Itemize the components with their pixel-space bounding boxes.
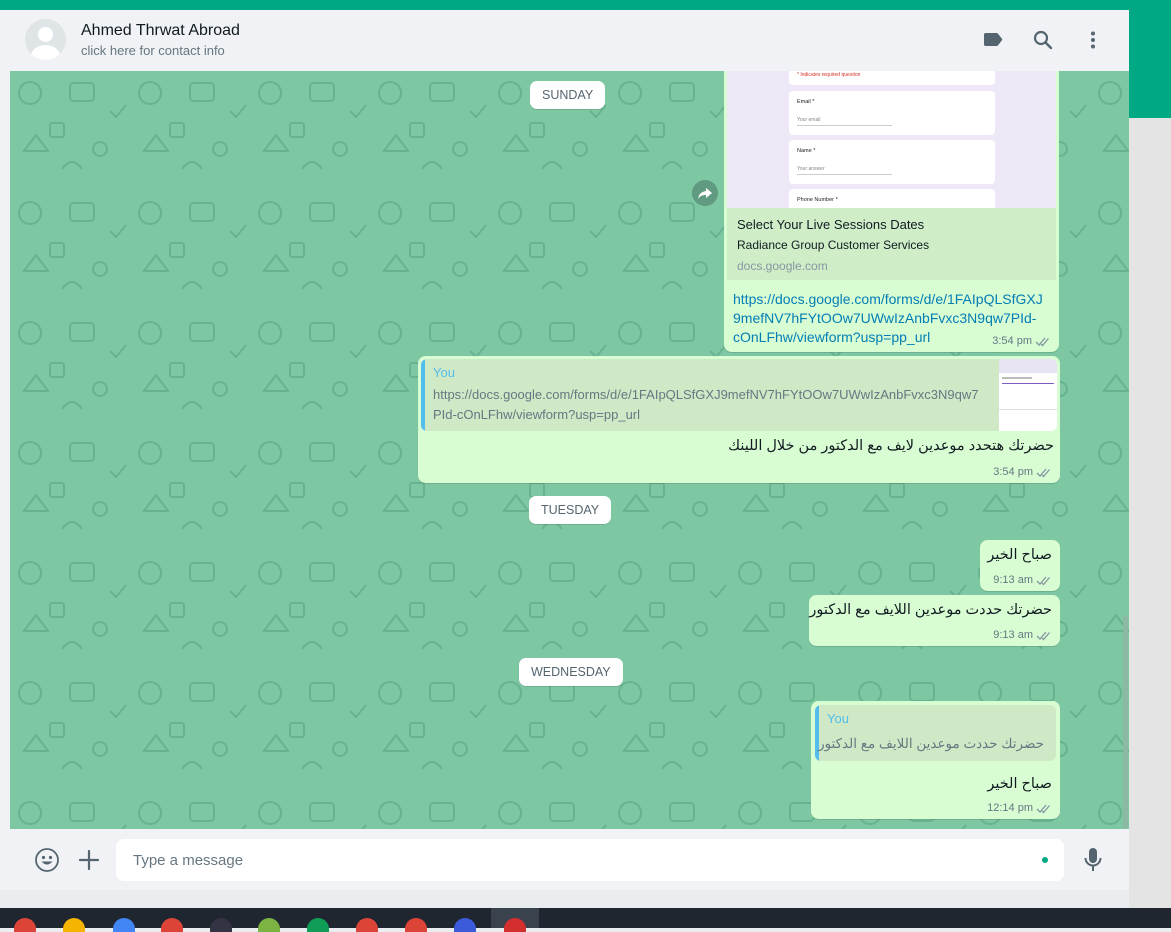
message-good-morning[interactable]: صباح الخير 9:13 am <box>980 540 1060 591</box>
chrome-taskbar-icon[interactable] <box>14 918 36 932</box>
form-field-placeholder: Your email <box>797 117 821 123</box>
os-taskbar <box>0 908 1171 932</box>
message-input-wrapper <box>116 839 1064 881</box>
form-field-label: Phone Number * <box>797 197 838 203</box>
composer <box>10 829 1129 890</box>
app-taskbar-icon[interactable] <box>113 918 135 932</box>
active-taskbar-item[interactable] <box>491 908 539 932</box>
message-time: 9:13 am <box>993 629 1033 641</box>
quote-text: حضرتك حددت موعدين اللايف مع الدكتور <box>818 736 1044 751</box>
app-taskbar-icon[interactable] <box>454 918 476 932</box>
quote-author: You <box>433 365 455 380</box>
message-link[interactable]: 9mefNV7hFYtOOw7UWwIzAnbFvxc3N9qw7PId- <box>733 309 1053 328</box>
microphone-icon[interactable] <box>1082 846 1104 874</box>
contact-info-hint[interactable]: click here for contact info <box>81 43 225 58</box>
message-reply-good-morning[interactable]: You حضرتك حددت موعدين اللايف مع الدكتور … <box>811 701 1060 819</box>
background-edge <box>0 10 10 890</box>
label-icon[interactable] <box>981 28 1005 52</box>
message-text: صباح الخير <box>987 547 1052 563</box>
form-field-placeholder: Your answer <box>797 166 825 172</box>
chrome-taskbar-icon[interactable] <box>161 918 183 932</box>
message-time: 9:13 am <box>993 574 1033 586</box>
contact-name[interactable]: Ahmed Thrwat Abroad <box>81 22 240 40</box>
message-text: حضرتك هتحدد موعدين لايف مع الدكتور من خل… <box>728 438 1054 454</box>
window-top-strip <box>0 0 1171 10</box>
message-meta: 3:54 pm <box>993 466 1052 478</box>
message-link[interactable]: https://docs.google.com/forms/d/e/1FAIpQ… <box>733 290 1053 309</box>
status-dot <box>1042 857 1048 863</box>
chrome-taskbar-icon[interactable] <box>405 918 427 932</box>
message-time: 12:14 pm <box>987 802 1033 814</box>
message-input[interactable] <box>116 839 1033 881</box>
message-list[interactable]: SUNDAY * Indicates required question Ema… <box>10 71 1129 829</box>
link-preview-description: Radiance Group Customer Services <box>737 238 930 252</box>
form-preview-image[interactable]: * Indicates required question Email * Yo… <box>727 71 1056 208</box>
background-accent <box>1129 0 1171 118</box>
message-text: حضرتك حددت موعدين اللايف مع الدكتور <box>809 602 1052 618</box>
chat-window: Ahmed Thrwat Abroad click here for conta… <box>10 10 1129 890</box>
double-check-icon <box>1035 337 1049 346</box>
date-divider-sunday: SUNDAY <box>530 81 606 109</box>
message-meta: 9:13 am <box>993 629 1052 641</box>
double-check-icon <box>1036 804 1050 813</box>
message-meta: 12:14 pm <box>987 802 1052 814</box>
link-preview-title: Select Your Live Sessions Dates <box>737 217 925 232</box>
double-check-icon <box>1036 576 1050 585</box>
quoted-message[interactable]: You https://docs.google.com/forms/d/e/1F… <box>421 359 1057 431</box>
chrome-taskbar-icon[interactable] <box>356 918 378 932</box>
forward-icon <box>698 188 712 199</box>
message-reply-link[interactable]: You https://docs.google.com/forms/d/e/1F… <box>418 356 1060 483</box>
form-field-label: Email * <box>797 99 815 105</box>
message-form-link[interactable]: * Indicates required question Email * Yo… <box>724 71 1059 352</box>
forward-button[interactable] <box>692 180 718 206</box>
form-required-note: * Indicates required question <box>797 72 861 78</box>
emoji-icon[interactable] <box>34 847 60 873</box>
search-icon[interactable] <box>1031 28 1055 52</box>
link-preview-domain: docs.google.com <box>737 259 828 273</box>
attach-icon[interactable] <box>77 848 101 872</box>
quote-text: PId-cOnLFhw/viewform?usp=pp_url <box>433 407 641 422</box>
message-schedule-confirm[interactable]: حضرتك حددت موعدين اللايف مع الدكتور 9:13… <box>809 595 1060 646</box>
double-check-icon <box>1036 631 1050 640</box>
chat-header[interactable]: Ahmed Thrwat Abroad click here for conta… <box>10 10 1129 72</box>
message-meta: 3:54 pm <box>992 335 1051 347</box>
date-divider-tuesday: TUESDAY <box>529 496 612 524</box>
message-time: 3:54 pm <box>993 466 1033 478</box>
form-field-label: Name * <box>797 148 816 154</box>
avatar[interactable] <box>25 19 66 60</box>
link-preview-card[interactable]: Select Your Live Sessions Dates Radiance… <box>727 208 1056 280</box>
quote-thumbnail <box>999 359 1057 431</box>
excel-taskbar-icon[interactable] <box>307 918 329 932</box>
quoted-message[interactable]: You حضرتك حددت موعدين اللايف مع الدكتور <box>815 705 1056 761</box>
date-divider-wednesday: WEDNESDAY <box>519 658 623 686</box>
scrollbar[interactable] <box>1123 616 1128 829</box>
message-time: 3:54 pm <box>992 335 1032 347</box>
app-taskbar-icon[interactable] <box>258 918 280 932</box>
background-panel <box>1129 118 1171 908</box>
double-check-icon <box>1036 468 1050 477</box>
message-text: صباح الخير <box>987 776 1052 792</box>
quote-author: You <box>827 711 849 726</box>
message-meta: 9:13 am <box>993 574 1052 586</box>
app-taskbar-icon[interactable] <box>63 918 85 932</box>
menu-icon[interactable] <box>1081 28 1105 52</box>
app-taskbar-icon[interactable] <box>210 918 232 932</box>
quote-text: https://docs.google.com/forms/d/e/1FAIpQ… <box>433 387 979 402</box>
